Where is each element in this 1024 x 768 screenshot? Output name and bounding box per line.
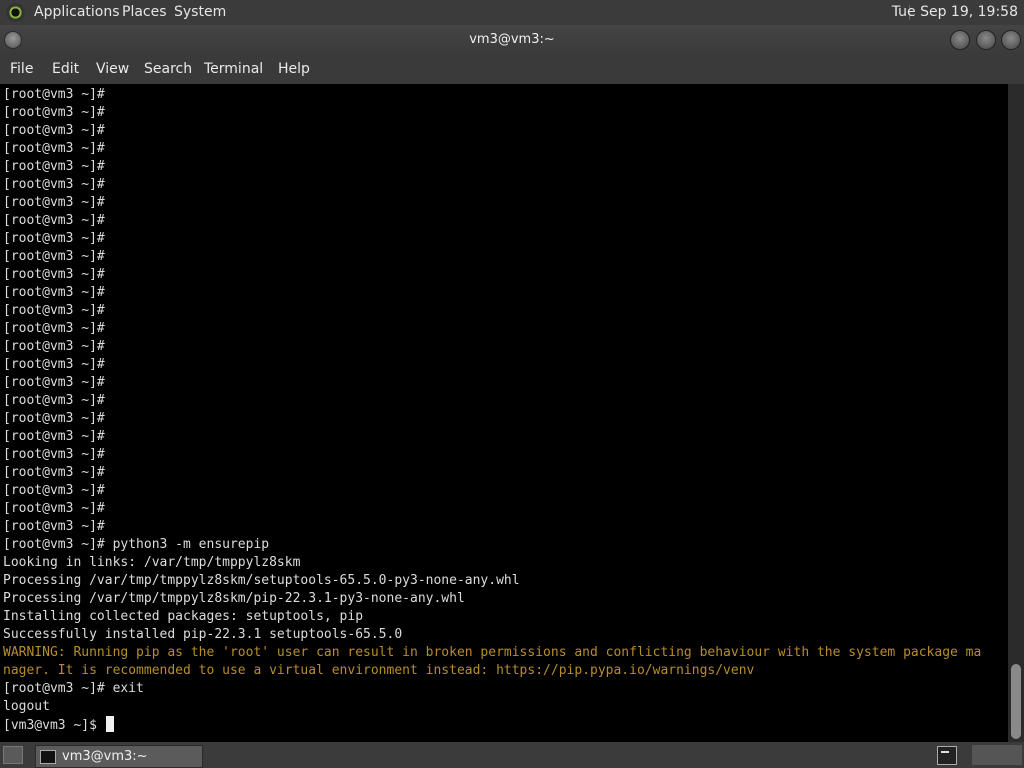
terminal-line: [root@vm3 ~]# [3, 447, 105, 462]
terminal-line: Installing collected packages: setuptool… [3, 609, 364, 624]
system-menu[interactable]: System [174, 0, 226, 25]
terminal-line: [root@vm3 ~]# [3, 501, 105, 516]
window-titlebar[interactable]: vm3@vm3:~ [0, 25, 1024, 55]
minimize-button[interactable] [950, 30, 970, 50]
terminal-line: [root@vm3 ~]# [3, 177, 105, 192]
menu-edit[interactable]: Edit [52, 55, 79, 84]
terminal-line: [root@vm3 ~]# [3, 249, 105, 264]
terminal-line: [root@vm3 ~]# [3, 105, 105, 120]
terminal-icon [40, 750, 56, 764]
terminal-line: [root@vm3 ~]# [3, 465, 105, 480]
terminal-line: [root@vm3 ~]# [3, 357, 105, 372]
taskbar-window-button[interactable]: vm3@vm3:~ [35, 745, 203, 768]
menu-view[interactable]: View [96, 55, 129, 84]
terminal-line: [root@vm3 ~]# python3 -m ensurepip [3, 537, 270, 552]
terminal-output[interactable]: [root@vm3 ~]# [root@vm3 ~]# [root@vm3 ~]# [… [0, 84, 1008, 742]
top-panel: Applications Places System Tue Sep 19, 1… [0, 0, 1024, 25]
terminal-prompt-line[interactable]: [vm3@vm3 ~]$ [3, 716, 981, 734]
menu-terminal[interactable]: Terminal [204, 55, 263, 84]
show-desktop-icon[interactable] [3, 746, 23, 764]
terminal-line: [root@vm3 ~]# exit [3, 681, 144, 696]
scrollbar[interactable] [1008, 84, 1024, 742]
terminal-line: [root@vm3 ~]# [3, 339, 105, 354]
places-menu[interactable]: Places [122, 0, 167, 25]
applications-menu[interactable]: Applications [34, 0, 120, 25]
terminal-line: [root@vm3 ~]# [3, 213, 105, 228]
terminal-line: [root@vm3 ~]# [3, 375, 105, 390]
bottom-panel: vm3@vm3:~ [0, 742, 1024, 768]
text-cursor [105, 716, 114, 732]
menu-search[interactable]: Search [144, 55, 192, 84]
workspace-switcher[interactable] [972, 745, 1022, 765]
terminal-lines: [root@vm3 ~]# [root@vm3 ~]# [root@vm3 ~]# [… [3, 86, 981, 734]
terminal-warning-line: WARNING: Running pip as the 'root' user … [3, 645, 982, 660]
terminal-tray-icon[interactable] [937, 746, 957, 765]
terminal-line: [root@vm3 ~]# [3, 195, 105, 210]
window-title: vm3@vm3:~ [469, 32, 555, 47]
terminal-line: [root@vm3 ~]# [3, 141, 105, 156]
terminal-line: [root@vm3 ~]# [3, 303, 105, 318]
terminal-line: [root@vm3 ~]# [3, 123, 105, 138]
current-prompt: [vm3@vm3 ~]$ [3, 718, 105, 733]
terminal-line: [root@vm3 ~]# [3, 429, 105, 444]
terminal-line: [root@vm3 ~]# [3, 411, 105, 426]
terminal-line: [root@vm3 ~]# [3, 393, 105, 408]
terminal-warning-line: nager. It is recommended to use a virtua… [3, 663, 755, 678]
terminal-line: Looking in links: /var/tmp/tmppylz8skm [3, 555, 301, 570]
terminal-line: Successfully installed pip-22.3.1 setupt… [3, 627, 403, 642]
taskbar-window-label: vm3@vm3:~ [62, 749, 148, 764]
terminal-line: [root@vm3 ~]# [3, 285, 105, 300]
close-button[interactable] [1001, 30, 1021, 50]
terminal-line: [root@vm3 ~]# [3, 159, 105, 174]
scrollbar-thumb[interactable] [1011, 664, 1021, 739]
terminal-line: [root@vm3 ~]# [3, 87, 105, 102]
maximize-button[interactable] [976, 30, 996, 50]
terminal-line: Processing /var/tmp/tmppylz8skm/setuptoo… [3, 573, 520, 588]
terminal-line: [root@vm3 ~]# [3, 267, 105, 282]
menu-file[interactable]: File [10, 55, 33, 84]
terminal-line: [root@vm3 ~]# [3, 519, 105, 534]
clock[interactable]: Tue Sep 19, 19:58 [892, 0, 1018, 25]
terminal-line: [root@vm3 ~]# [3, 321, 105, 336]
menubar: File Edit View Search Terminal Help [0, 55, 1024, 84]
terminal-line: [root@vm3 ~]# [3, 231, 105, 246]
terminal-line: [root@vm3 ~]# [3, 483, 105, 498]
terminal-line: Processing /var/tmp/tmppylz8skm/pip-22.3… [3, 591, 465, 606]
distro-logo-icon[interactable] [6, 3, 25, 22]
terminal-line: logout [3, 699, 50, 714]
menu-help[interactable]: Help [278, 55, 310, 84]
